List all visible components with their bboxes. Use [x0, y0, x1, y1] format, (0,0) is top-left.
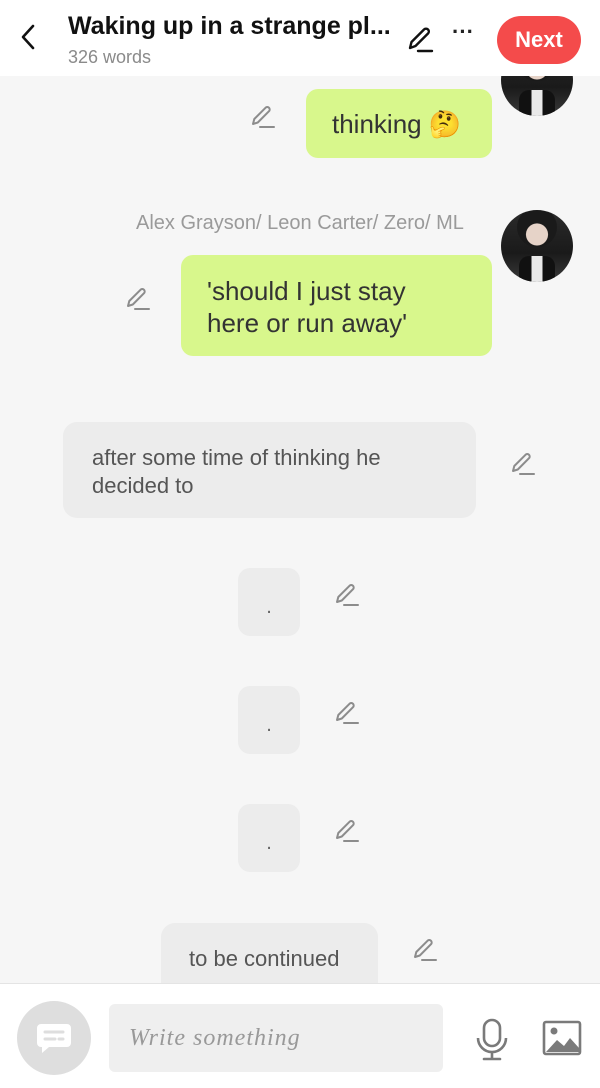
chat-bubble-icon: [37, 1024, 71, 1053]
narration-text: .: [266, 596, 272, 618]
edit-pencil-icon[interactable]: [332, 580, 360, 608]
back-button[interactable]: [14, 22, 42, 52]
edit-pencil-icon[interactable]: [332, 698, 360, 726]
narration-text: to be continued: [189, 946, 340, 971]
edit-pencil-icon[interactable]: [123, 284, 151, 312]
story-title[interactable]: Waking up in a strange pl...: [68, 12, 398, 41]
narration-bubble[interactable]: .: [238, 804, 300, 872]
message-text: thinking 🤔: [332, 109, 462, 139]
more-options-button[interactable]: ···: [448, 21, 478, 44]
narration-bubble[interactable]: after some time of thinking he decided t…: [63, 422, 476, 518]
character-avatar[interactable]: [501, 210, 573, 282]
narration-bubble[interactable]: .: [238, 568, 300, 636]
narration-line: after some time of thinking he: [92, 445, 381, 470]
composer-bar: Write something: [0, 983, 600, 1088]
top-bar: Waking up in a strange pl... 326 words ·…: [0, 0, 600, 76]
edit-pencil-icon[interactable]: [410, 935, 438, 963]
chevron-left-icon: [21, 24, 35, 50]
word-count: 326 words: [68, 47, 152, 67]
narration-text: .: [266, 714, 272, 736]
chat-type-button[interactable]: [17, 1001, 91, 1075]
edit-pencil-icon[interactable]: [332, 816, 360, 844]
edit-title-pencil-icon[interactable]: [404, 24, 434, 54]
narration-line: decided to: [92, 473, 194, 498]
message-input[interactable]: Write something: [109, 1004, 443, 1072]
microphone-icon[interactable]: [474, 1018, 510, 1062]
narration-text: .: [266, 832, 272, 854]
next-button[interactable]: Next: [497, 16, 581, 64]
message-line: 'should I just stay: [207, 276, 406, 306]
image-icon[interactable]: [542, 1020, 582, 1056]
character-name: Alex Grayson/ Leon Carter/ Zero/ ML: [136, 212, 464, 234]
message-bubble[interactable]: 'should I just stay here or run away': [181, 255, 492, 356]
edit-pencil-icon[interactable]: [508, 449, 536, 477]
edit-pencil-icon[interactable]: [248, 102, 276, 130]
message-line: here or run away': [207, 308, 408, 338]
narration-bubble[interactable]: .: [238, 686, 300, 754]
message-bubble[interactable]: thinking 🤔: [306, 89, 492, 158]
